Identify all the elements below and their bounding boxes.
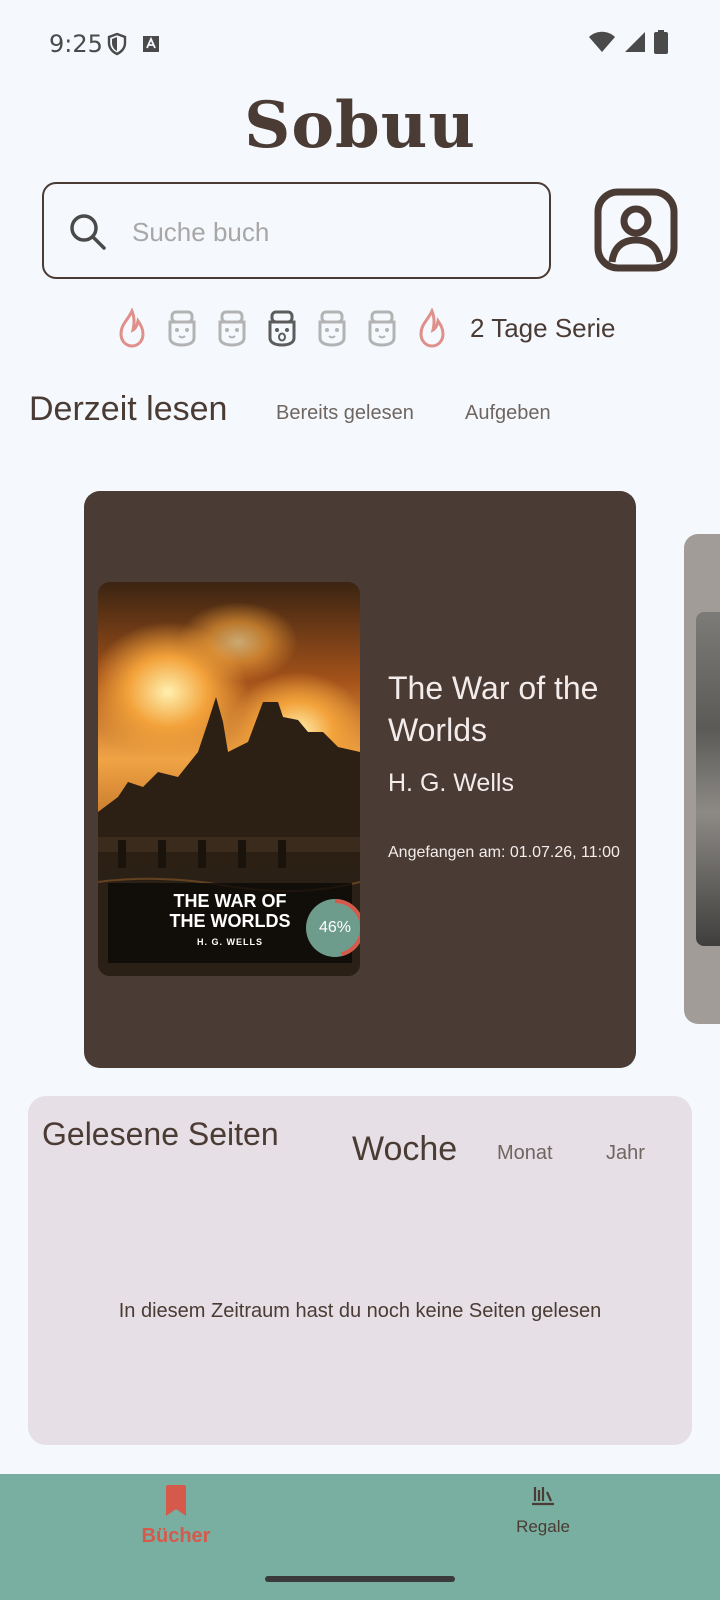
home-indicator	[265, 1576, 455, 1582]
font-icon	[142, 35, 160, 58]
nav-books[interactable]: Bücher	[76, 1484, 276, 1548]
cup-icon	[212, 306, 252, 350]
flame-icon	[412, 306, 452, 350]
profile-button[interactable]	[594, 188, 678, 272]
streak-row: 2 Tage Serie	[112, 306, 616, 350]
search-input[interactable]	[132, 212, 512, 252]
book-cover: THE WAR OF THE WORLDS H. G. WELLS 46%	[98, 582, 360, 976]
cup-icon	[312, 306, 352, 350]
period-month-tab[interactable]: Monat	[497, 1142, 553, 1165]
cup-today-icon	[262, 306, 302, 350]
app-title: Sobuu	[244, 88, 476, 163]
flame-icon	[112, 306, 152, 350]
next-book-cover	[696, 612, 720, 946]
stats-empty-message: In diesem Zeitraum hast du noch keine Se…	[118, 1300, 602, 1322]
book-title: The War of the Worlds	[388, 670, 599, 748]
book-started-date: Angefangen am: 01.07.26, 11:00	[388, 844, 620, 861]
battery-icon	[654, 30, 668, 59]
tab-already-read[interactable]: Bereits gelesen	[276, 402, 414, 425]
shield-icon	[106, 32, 128, 61]
nav-shelves[interactable]: Regale	[443, 1484, 643, 1537]
wifi-icon	[588, 31, 616, 58]
profile-icon	[594, 188, 678, 276]
current-book-card[interactable]: THE WAR OF THE WORLDS H. G. WELLS 46% Th…	[84, 491, 636, 1068]
status-bar: 9:25	[0, 0, 720, 90]
nav-shelves-label: Regale	[516, 1517, 570, 1536]
stats-title: Gelesene Seiten	[42, 1116, 279, 1152]
book-author: H. G. Wells	[388, 769, 514, 797]
bookmark-icon	[163, 1485, 189, 1522]
progress-label: 46%	[318, 919, 352, 936]
period-year-tab[interactable]: Jahr	[606, 1142, 645, 1165]
pages-read-card: Gelesene Seiten Woche Monat Jahr In dies…	[28, 1096, 692, 1445]
status-time: 9:25	[49, 30, 103, 58]
next-book-card[interactable]	[684, 534, 720, 1024]
tab-currently-reading[interactable]: Derzeit lesen	[29, 390, 227, 429]
cup-icon	[362, 306, 402, 350]
signal-icon	[624, 31, 646, 58]
status-right-icons	[588, 30, 668, 59]
search-icon	[68, 212, 108, 257]
status-left-icons	[106, 32, 160, 61]
streak-label: 2 Tage Serie	[470, 312, 616, 343]
search-box[interactable]	[42, 182, 551, 279]
shelves-icon	[530, 1487, 556, 1510]
tab-given-up[interactable]: Aufgeben	[465, 402, 551, 425]
reading-tabs: Derzeit lesen Bereits gelesen Aufgeben	[29, 388, 689, 438]
period-week-tab[interactable]: Woche	[352, 1130, 457, 1169]
nav-books-label: Bücher	[141, 1525, 211, 1547]
cup-icon	[162, 306, 202, 350]
